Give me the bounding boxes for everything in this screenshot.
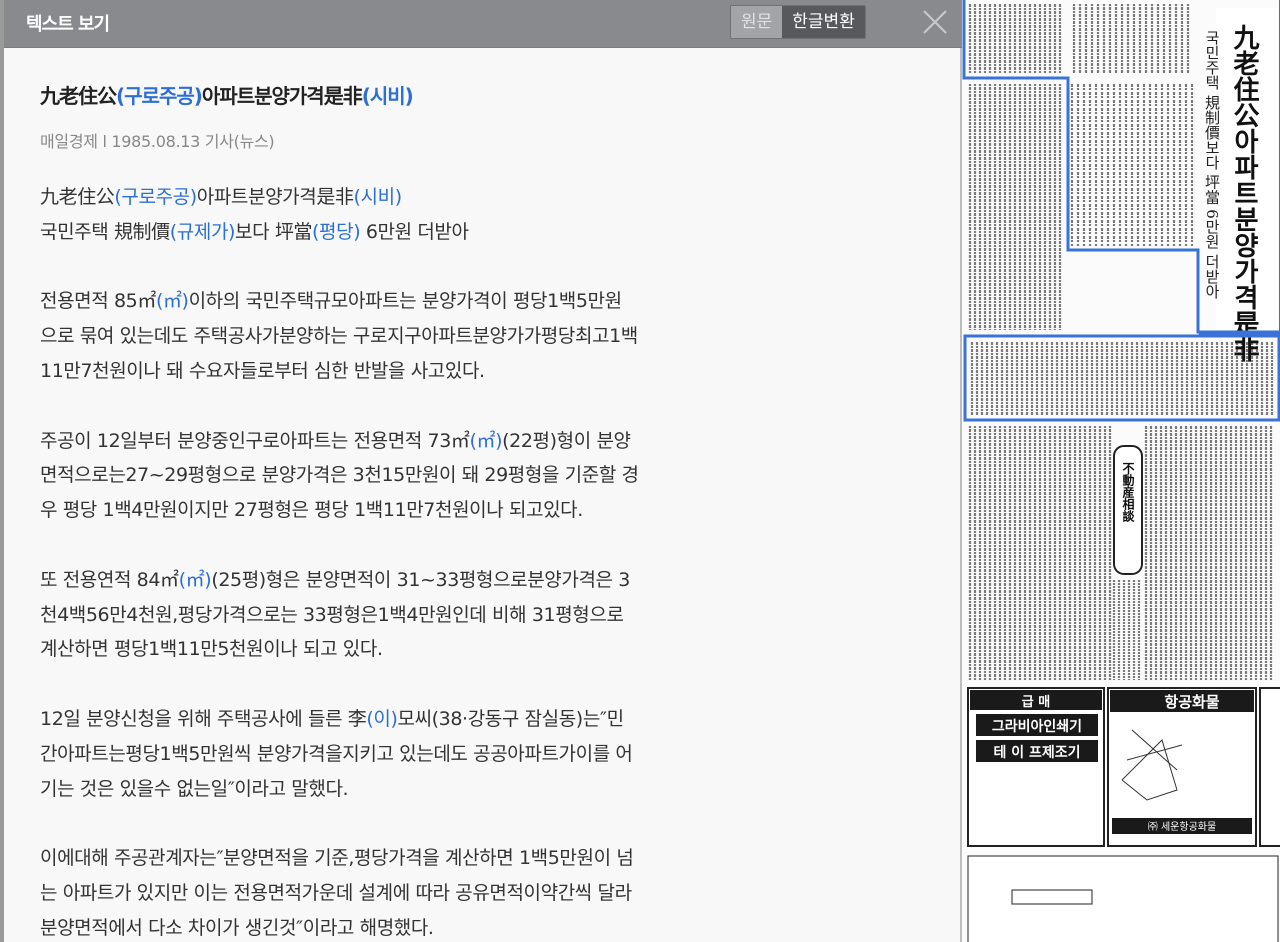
reading-annotation: (㎡): [178, 568, 212, 591]
body-text-segment: 또 전용연적 84㎡: [40, 568, 179, 591]
body-text-segment: 분양면적에서 다소 차이가 생긴것″이라고 해명했다.: [40, 916, 434, 939]
body-line: 면적으로는27~29평형으로 분양가격은 3천15만원이 돼 29평형을 기준할…: [40, 458, 870, 493]
body-line: 으로 묶여 있는데도 주택공사가분양하는 구로지구아파트분양가가평당최고1백: [40, 319, 870, 354]
view-mode-toggle: 원문 한글변환: [730, 5, 866, 39]
body-text-segment: 으로 묶여 있는데도 주택공사가분양하는 구로지구아파트분양가가평당최고1백: [40, 325, 638, 348]
body-line: 기는 것은 있을수 없는일″이라고 말했다.: [40, 772, 870, 807]
body-text-segment: 아파트분양가격是非: [196, 186, 354, 208]
article-title-part: 아파트분양가격是非: [201, 84, 363, 108]
reading-annotation: (평당): [312, 220, 361, 243]
text-viewer-panel: 텍스트 보기 원문 한글변환 九老住公(구로주공)아파트분양가격是非(시비) 매…: [0, 0, 962, 942]
body-line: 이에대해 주공관계자는″분양면적을 기준,평당가격을 계산하면 1백5만원이 넘: [40, 841, 870, 876]
highlight-outline: [962, 0, 1280, 422]
article-title: 九老住公(구로주공)아파트분양가격是非(시비): [40, 80, 414, 109]
article-title-part: 九老住公: [40, 84, 117, 108]
viewer-header: 텍스트 보기 원문 한글변환: [4, 0, 962, 48]
body-text-segment: 는 아파트가 있지만 이는 전용면적가운데 설계에 따라 공유면적이약간씩 달라: [40, 881, 632, 904]
body-line: 는 아파트가 있지만 이는 전용면적가운데 설계에 따라 공유면적이약간씩 달라: [40, 876, 870, 911]
body-text-segment: 전용면적 85㎡: [40, 290, 156, 313]
body-line: 11만7천원이나 돼 수요자들로부터 심한 반발을 사고있다.: [40, 354, 870, 389]
body-text-segment: 국민주택 規制價: [40, 220, 170, 243]
original-text-button[interactable]: 원문: [731, 6, 783, 38]
article-meta: 매일경제 l 1985.08.13 기사(뉴스): [40, 132, 275, 151]
body-line: 주공이 12일부터 분양중인구로아파트는 전용면적 73㎡(㎡)(22평)형이 …: [40, 424, 870, 459]
body-text-segment: 11만7천원이나 돼 수요자들로부터 심한 반발을 사고있다.: [40, 359, 485, 382]
body-line: 국민주택 規制價(규제가)보다 坪當(평당) 6만원 더받아: [40, 215, 870, 250]
reading-annotation: (규제가): [169, 220, 236, 243]
body-line: 간아파트는평당1백5만원씩 분양가격을지키고 있는데도 공공아파트가이를 어: [40, 737, 870, 772]
body-line: 분양면적에서 다소 차이가 생긴것″이라고 해명했다.: [40, 911, 870, 942]
body-text-segment: 우 평당 1백4만원이지만 27평형은 평당 1백11만7천원이나 되고있다.: [40, 499, 583, 522]
reading-annotation: (㎡): [469, 429, 503, 452]
reading-annotation: (구로주공): [114, 186, 197, 208]
viewer-title: 텍스트 보기: [26, 14, 110, 35]
reading-annotation: (이): [366, 707, 398, 730]
body-text-segment: 이에대해 주공관계자는″분양면적을 기준,평당가격을 계산하면 1백5만원이 넘: [40, 847, 634, 870]
body-text-segment: 보다 坪當: [235, 220, 313, 243]
body-text-segment: 천4백56만4천원,평당가격으로는 33평형은1백4만원인데 비해 31평형으로: [40, 603, 624, 626]
article-body: 九老住公(구로주공)아파트분양가격是非(시비) 국민주택 規制價(규제가)보다 坪…: [40, 180, 870, 942]
body-text-segment: 계산하면 평당1백11만5천원이나 되고 있다.: [40, 638, 383, 661]
article-title-part: (시비): [361, 84, 414, 108]
body-text-segment: 주공이 12일부터 분양중인구로아파트는 전용면적 73㎡: [40, 429, 470, 452]
article-title-part: (구로주공): [116, 84, 203, 108]
body-text-segment: 九老住公: [40, 186, 115, 208]
body-text-segment: 모씨(38·강동구 잠실동)는″민: [397, 707, 625, 730]
body-line: 천4백56만4천원,평당가격으로는 33평형은1백4만원인데 비해 31평형으로: [40, 598, 870, 633]
body-text-segment: 12일 분양신청을 위해 주택공사에 들른 李: [40, 707, 367, 730]
body-text-segment: (25평)형은 분양면적이 31~33평형으로분양가격은 3: [211, 568, 630, 591]
body-text-segment: 간아파트는평당1백5만원씩 분양가격을지키고 있는데도 공공아파트가이를 어: [40, 742, 633, 765]
reading-annotation: (시비): [353, 186, 403, 208]
body-line: 우 평당 1백4만원이지만 27평형은 평당 1백11만7천원이나 되고있다.: [40, 493, 870, 528]
body-line: 전용면적 85㎡(㎡)이하의 국민주택규모아파트는 분양가격이 평당1백5만원: [40, 284, 870, 319]
reading-annotation: (㎡): [155, 290, 189, 313]
body-line: 계산하면 평당1백11만5천원이나 되고 있다.: [40, 632, 870, 667]
body-line: 九老住公(구로주공)아파트분양가격是非(시비): [40, 180, 870, 215]
newspaper-original-image: 九老住公아파트분양가격是非 국민주택 規制價보다 坪當 6만원 더받아 不動産相…: [962, 0, 1280, 942]
body-text-segment: (22평)형이 분양: [502, 429, 631, 452]
close-icon[interactable]: [918, 5, 952, 39]
body-line: 12일 분양신청을 위해 주택공사에 들른 李(이)모씨(38·강동구 잠실동)…: [40, 702, 870, 737]
body-text-segment: 기는 것은 있을수 없는일″이라고 말했다.: [40, 777, 349, 800]
body-text-segment: 이하의 국민주택규모아파트는 분양가격이 평당1백5만원: [188, 290, 623, 313]
body-text-segment: 6만원 더받아: [360, 220, 469, 243]
korean-convert-button[interactable]: 한글변환: [782, 6, 865, 38]
body-text-segment: 면적으로는27~29평형으로 분양가격은 3천15만원이 돼 29평형을 기준할…: [40, 464, 639, 487]
body-line: 또 전용연적 84㎡(㎡)(25평)형은 분양면적이 31~33평형으로분양가격…: [40, 563, 870, 598]
